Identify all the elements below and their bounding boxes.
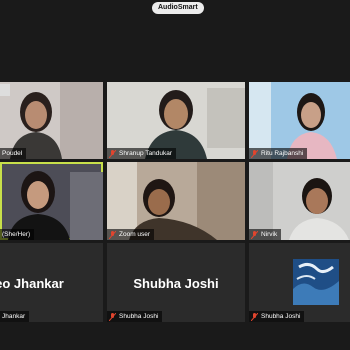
name-tag: Jhankar [0,311,30,322]
participant-name: Poudel [2,150,23,157]
name-tag: Shubha Joshi [107,311,163,322]
gallery-grid: Poudel Shranup Tandukar Ritu Rajbanshi (… [0,0,350,350]
mic-off-icon [251,149,258,158]
participant-name: Nirvik [261,231,278,238]
participant-tile-7[interactable]: Leo Jhankar Jhankar [0,243,103,322]
name-tag: Poudel [0,148,27,159]
participant-tile-8[interactable]: Shubha Joshi Shubha Joshi [107,243,245,322]
avatar [293,259,339,305]
participant-tile-3[interactable]: Ritu Rajbanshi [249,82,350,159]
participant-tile-4[interactable]: (She/Her) [0,162,103,240]
name-tag: (She/Her) [0,229,35,240]
participant-display-name: Leo Jhankar [0,276,64,292]
participant-name: Zoom user [119,231,151,238]
participant-tile-9[interactable]: Shubha Joshi [249,243,350,322]
participant-tile-2[interactable]: Shranup Tandukar [107,82,245,159]
participant-name: Jhankar [2,313,26,320]
participant-tile-5[interactable]: Zoom user [107,162,245,240]
participant-name: Ritu Rajbanshi [261,150,304,157]
participant-tile-1[interactable]: Poudel [0,82,103,159]
name-tag: Zoom user [107,229,155,240]
name-tag: Shranup Tandukar [107,148,177,159]
participant-name: (She/Her) [2,231,31,238]
participant-name: Shubha Joshi [119,313,159,320]
participant-name: Shranup Tandukar [119,150,173,157]
mic-off-icon [251,230,258,239]
name-tag: Nirvik [249,229,282,240]
name-tag: Ritu Rajbanshi [249,148,308,159]
mic-off-icon [251,312,258,321]
mic-off-icon [109,230,116,239]
participant-tile-6[interactable]: Nirvik [249,162,350,240]
participant-name: Shubha Joshi [261,313,301,320]
participant-display-name: Shubha Joshi [133,276,219,292]
mic-off-icon [109,149,116,158]
name-tag: Shubha Joshi [249,311,305,322]
qr-code-icon [0,84,10,96]
mic-off-icon [109,312,116,321]
